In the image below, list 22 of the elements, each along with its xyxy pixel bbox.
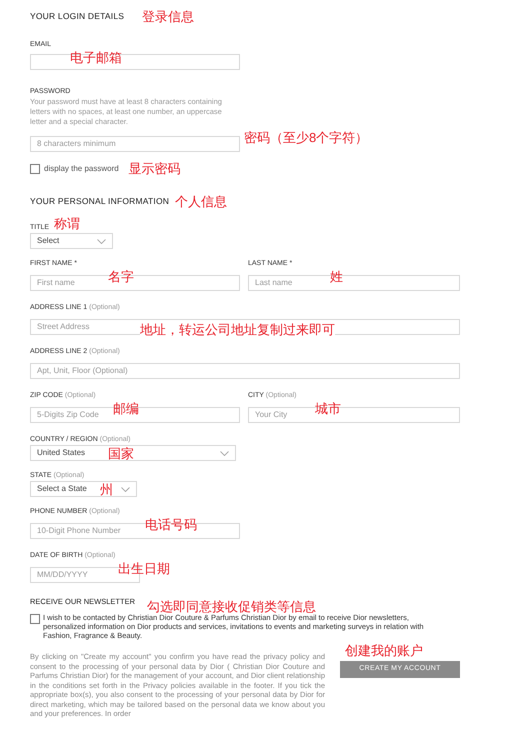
annotation: 个人信息 (175, 194, 228, 208)
chevron-down-icon (121, 486, 130, 492)
annotation: 显示密码 (128, 162, 181, 175)
annotation: 创建我的账户 (345, 644, 423, 657)
annotation: 地址，转运公司地址复制过来即可 (140, 323, 335, 336)
annotation: 勾选即同意接收促销类等信息 (147, 600, 316, 612)
checkbox[interactable] (30, 614, 40, 624)
chevron-down-icon (97, 238, 106, 244)
checkbox[interactable] (30, 164, 40, 174)
checkbox-label: display the password (44, 162, 119, 174)
annotation: 密码（至少8个字符） (244, 131, 368, 144)
text-field[interactable]: Apt, Unit, Floor (Optional) (30, 362, 460, 378)
annotation: 电子邮箱 (70, 51, 122, 64)
password-field[interactable]: 8 characters minimum (30, 136, 240, 152)
section-heading: YOUR PERSONAL INFORMATION (30, 194, 170, 208)
chevron-down-icon (220, 450, 229, 456)
dropdown[interactable]: Select (30, 233, 113, 249)
section-heading: YOUR LOGIN DETAILS (30, 10, 124, 22)
annotation: 州 (100, 483, 113, 496)
annotation: 国家 (108, 447, 134, 460)
annotation: 登录信息 (142, 10, 194, 22)
annotation: 称谓 (54, 217, 80, 230)
